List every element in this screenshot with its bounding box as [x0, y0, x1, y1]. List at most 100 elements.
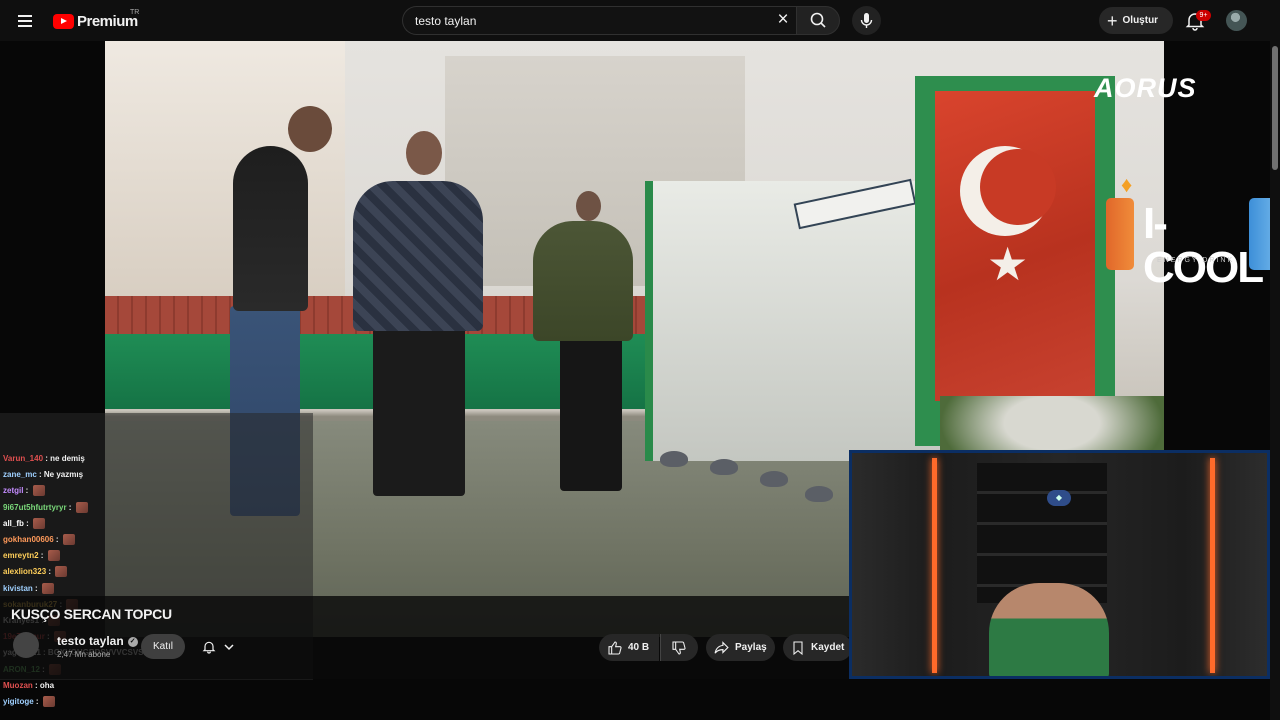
channel-name-text: testo taylan	[57, 634, 124, 648]
sponsor-aorus-logo: AORUS	[1094, 73, 1197, 103]
save-label: Kaydet	[811, 642, 845, 653]
clear-search-icon[interactable]: ×	[773, 10, 793, 30]
chat-text: ne demiş	[50, 454, 85, 463]
scene-building	[105, 41, 345, 321]
logo-country-code: TR	[130, 9, 140, 16]
account-avatar[interactable]	[1226, 10, 1247, 31]
menu-icon[interactable]	[14, 9, 38, 33]
plus-icon: +	[1107, 10, 1118, 31]
notification-badge: 9+	[1196, 10, 1211, 21]
scene-person	[233, 146, 308, 311]
microphone-icon	[860, 13, 873, 28]
chat-emote-icon	[42, 696, 55, 708]
scene-person	[576, 191, 601, 221]
chat-username[interactable]: yigitoge	[3, 697, 34, 706]
chat-username[interactable]: Varun_140	[3, 454, 43, 463]
chat-username[interactable]: 9i67ut5hfutrtyryr	[3, 503, 67, 512]
join-button[interactable]: Katıl	[141, 634, 185, 659]
scene-pigeon	[710, 459, 738, 475]
scene-person	[353, 181, 483, 331]
scene-person	[373, 326, 465, 496]
chat-emote-icon	[32, 485, 45, 497]
chat-separator: :	[46, 567, 54, 576]
subscription-bell-button[interactable]	[192, 634, 244, 659]
chat-message: alexlion323 :	[3, 565, 68, 578]
scene-pigeon	[660, 451, 688, 467]
dislike-button[interactable]	[660, 634, 698, 661]
share-icon	[714, 641, 729, 654]
voice-search-button[interactable]	[852, 6, 881, 35]
search-icon	[810, 12, 826, 28]
chat-emote-icon	[62, 534, 75, 546]
like-count: 40 B	[628, 642, 650, 653]
chat-separator: :	[23, 486, 31, 495]
chat-message: emreytn2 :	[3, 549, 60, 562]
chat-message: gokhan00606 :	[3, 533, 75, 546]
chat-message: yigitoge :	[3, 695, 55, 708]
chat-text: oha	[39, 681, 55, 690]
streamer-name-overlay: KUSÇO SERCAN TOPCU	[11, 606, 172, 622]
search-button[interactable]	[796, 6, 840, 35]
energy-can-icon	[1106, 198, 1134, 270]
chat-message: zetgil :	[3, 484, 45, 497]
scene-pigeon	[805, 486, 833, 502]
flag-star-icon: ★	[987, 238, 1029, 290]
verified-check-icon: ✓	[127, 636, 138, 647]
chat-username[interactable]: zetgil	[3, 486, 23, 495]
neon-light	[932, 458, 937, 673]
chat-separator: :	[32, 584, 40, 593]
chat-username[interactable]: gokhan00606	[3, 535, 54, 544]
neon-light	[1210, 458, 1215, 673]
streamer-figure	[989, 583, 1109, 676]
scrollbar-thumb[interactable]	[1272, 46, 1278, 170]
youtube-play-icon	[53, 13, 74, 29]
flag-crescent-cut	[980, 149, 1056, 225]
search-input[interactable]	[415, 13, 755, 29]
chat-username[interactable]: emreytn2	[3, 551, 39, 560]
youtube-logo[interactable]: Premium	[53, 11, 138, 31]
bell-icon	[202, 641, 216, 654]
scene-person	[560, 336, 622, 491]
chat-username[interactable]: kivistan	[3, 584, 33, 593]
chat-separator: :	[53, 535, 61, 544]
chat-separator: :	[32, 681, 40, 690]
chat-message: 9i67ut5hfutrtyryr :	[3, 501, 88, 514]
chat-emote-icon	[55, 566, 68, 578]
scene-person	[406, 131, 442, 175]
share-button[interactable]: Paylaş	[706, 634, 775, 661]
aorus-flame-icon: ♦	[1121, 172, 1133, 197]
create-button[interactable]: + Oluştur	[1099, 7, 1173, 34]
scene-pigeon-coop	[645, 181, 945, 461]
chevron-down-icon	[224, 643, 234, 650]
thumbs-down-icon	[672, 640, 686, 655]
chat-username[interactable]: Muozan	[3, 681, 33, 690]
chat-emote-icon	[47, 550, 60, 562]
create-label: Oluştur	[1122, 15, 1159, 26]
chat-message: Varun_140 : ne demiş	[3, 452, 85, 465]
channel-name[interactable]: testo taylan ✓	[57, 634, 138, 648]
chat-separator: :	[66, 503, 74, 512]
webcam-logo-icon: ◆	[1047, 490, 1071, 506]
chat-separator: :	[23, 519, 32, 528]
chat-username[interactable]: zane_mc	[3, 470, 37, 479]
chat-separator: :	[38, 551, 46, 560]
chat-message: kivistan :	[3, 582, 54, 595]
webcam-shelf	[977, 463, 1107, 603]
channel-avatar[interactable]	[13, 632, 39, 658]
chat-username[interactable]: alexlion323	[3, 567, 46, 576]
thumbs-up-icon	[608, 640, 622, 655]
chat-emote-icon	[41, 583, 54, 595]
share-label: Paylaş	[735, 642, 767, 653]
chat-separator: :	[33, 697, 41, 706]
sponsor-icool-sub: ENERGY DRINK	[1157, 257, 1235, 264]
subscriber-count: 2,47 Mn abone	[57, 650, 111, 659]
scene-person	[288, 106, 332, 152]
chat-message: all_fb :	[3, 517, 46, 530]
search-box	[402, 6, 796, 35]
chat-text: Ne yazmış	[43, 470, 84, 479]
chat-username[interactable]: all_fb	[3, 519, 24, 528]
logo-text: Premium	[77, 12, 138, 30]
save-button[interactable]: Kaydet	[783, 634, 852, 661]
like-button[interactable]: 40 B	[599, 634, 659, 661]
chat-message: Muozan : oha	[3, 679, 54, 692]
